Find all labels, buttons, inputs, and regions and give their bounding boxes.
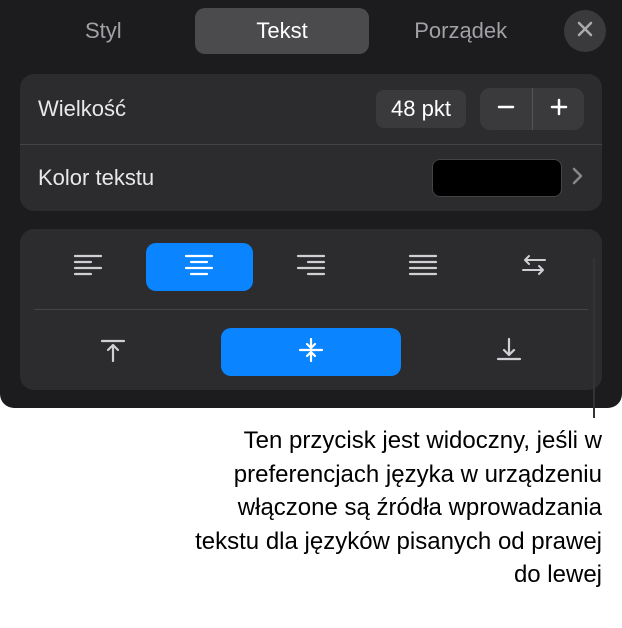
text-color-label: Kolor tekstu <box>38 165 432 191</box>
text-direction-button[interactable] <box>480 243 588 291</box>
align-right-icon <box>296 252 326 283</box>
align-justify-button[interactable] <box>369 243 477 291</box>
plus-icon <box>549 97 569 122</box>
chevron-right-icon <box>572 167 584 190</box>
align-right-button[interactable] <box>257 243 365 291</box>
format-panel: Styl Tekst Porządek Wielkość 48 pkt <box>0 0 622 408</box>
align-justify-icon <box>408 252 438 283</box>
align-center-button[interactable] <box>146 243 254 291</box>
valign-bottom-button[interactable] <box>454 328 564 376</box>
alignment-group <box>20 229 602 390</box>
size-row: Wielkość 48 pkt <box>20 74 602 144</box>
close-icon <box>577 21 593 42</box>
text-properties-group: Wielkość 48 pkt Kolor tekstu <box>20 74 602 211</box>
horizontal-align-row <box>34 243 588 291</box>
text-color-swatch[interactable] <box>432 159 562 197</box>
tab-arrange[interactable]: Porządek <box>373 8 548 54</box>
align-center-icon <box>184 252 214 283</box>
size-increase-button[interactable] <box>532 88 584 130</box>
valign-middle-icon <box>296 337 326 368</box>
callout-line <box>593 258 595 418</box>
close-button[interactable] <box>564 10 606 52</box>
size-stepper <box>480 88 584 130</box>
valign-top-button[interactable] <box>58 328 168 376</box>
tab-text[interactable]: Tekst <box>195 8 370 54</box>
tab-style[interactable]: Styl <box>16 8 191 54</box>
size-value-field[interactable]: 48 pkt <box>376 90 466 128</box>
valign-middle-button[interactable] <box>221 328 401 376</box>
size-label: Wielkość <box>38 96 376 122</box>
minus-icon <box>496 97 516 122</box>
valign-top-icon <box>98 337 128 368</box>
align-left-icon <box>73 252 103 283</box>
align-left-button[interactable] <box>34 243 142 291</box>
tab-bar: Styl Tekst Porządek <box>0 0 622 56</box>
size-decrease-button[interactable] <box>480 88 532 130</box>
vertical-align-row <box>34 309 588 376</box>
text-color-row[interactable]: Kolor tekstu <box>20 144 602 211</box>
direction-swap-icon <box>519 252 549 283</box>
valign-bottom-icon <box>494 337 524 368</box>
callout-text: Ten przycisk jest widoczny, jeśli w pref… <box>182 424 602 592</box>
